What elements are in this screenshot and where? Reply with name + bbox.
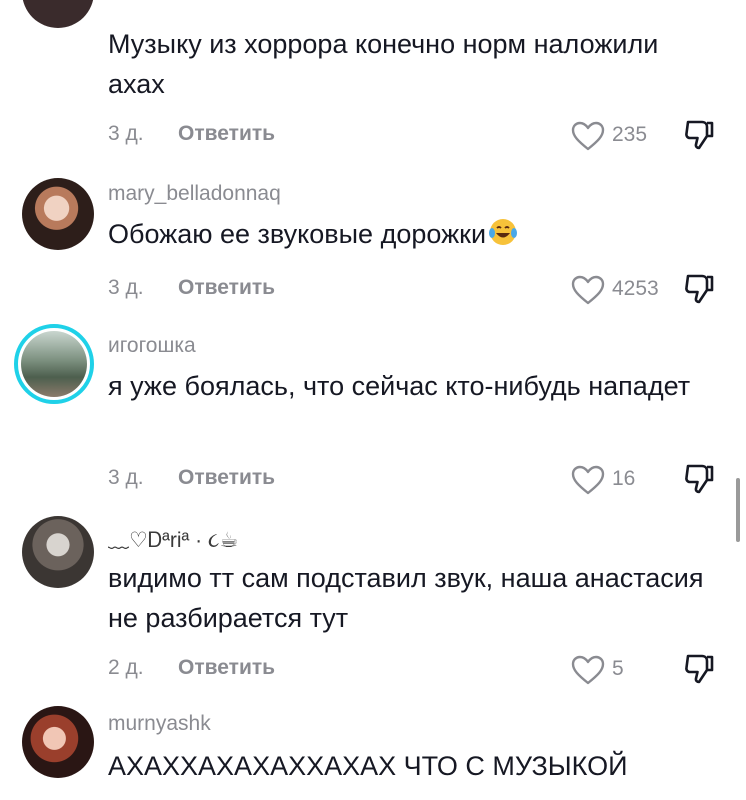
comment-username[interactable]: игогошка	[108, 334, 196, 358]
like-count: 5	[612, 657, 624, 680]
avatar[interactable]	[22, 516, 94, 588]
reply-button[interactable]: Ответить	[178, 656, 275, 680]
avatar[interactable]	[22, 706, 94, 778]
avatar[interactable]	[22, 0, 94, 28]
comment-meta: 2 д. Ответить 5	[108, 654, 728, 686]
reply-button[interactable]: Ответить	[178, 122, 275, 146]
comment-time: 2 д.	[108, 656, 144, 679]
comment-time: 3 д.	[108, 122, 144, 145]
avatar[interactable]	[22, 178, 94, 250]
heart-outline-icon	[571, 465, 605, 495]
laughing-tears-emoji	[489, 219, 518, 245]
like-count: 235	[612, 123, 648, 146]
scrollbar[interactable]	[736, 478, 740, 542]
comment-time: 3 д.	[108, 466, 144, 489]
comment-text: я уже боялась, что сейчас кто-нибудь нап…	[108, 371, 691, 401]
like-count: 16	[612, 467, 636, 490]
reply-button[interactable]: Ответить	[178, 276, 275, 300]
like-count: 4253	[612, 277, 659, 300]
thumbs-down-icon[interactable]	[682, 652, 716, 686]
heart-outline-icon	[571, 121, 605, 151]
comment-text: АХАХХАХАХАХХАХАХ ЧТО С МУЗЫКОЙ	[108, 751, 628, 781]
heart-outline-icon	[571, 655, 605, 685]
thumbs-down-icon[interactable]	[682, 462, 716, 496]
thumbs-down-icon[interactable]	[682, 272, 716, 306]
comment-username[interactable]: ﹏♡Ꭰªriª · ૮☕	[108, 524, 238, 554]
comment-text: Музыку из хоррора конечно норм наложили …	[108, 29, 659, 99]
heart-outline-icon	[571, 275, 605, 305]
comment-meta: 3 д. Ответить 16	[108, 464, 728, 496]
reply-button[interactable]: Ответить	[178, 466, 275, 490]
thumbs-down-icon[interactable]	[682, 118, 716, 152]
comment-meta: 3 д. Ответить 235	[108, 120, 728, 152]
like-button[interactable]: 5	[570, 654, 680, 686]
comment-meta: 3 д. Ответить 4253	[108, 274, 728, 306]
like-button[interactable]: 235	[570, 120, 680, 152]
like-button[interactable]: 4253	[570, 274, 680, 306]
like-button[interactable]: 16	[570, 464, 680, 496]
comment-text-content: Обожаю ее звуковые дорожки	[108, 219, 487, 249]
comment-username[interactable]: mary_belladonnaq	[108, 182, 281, 206]
avatar-with-story-ring[interactable]	[14, 324, 94, 404]
comment-username[interactable]: murnyashk	[108, 712, 211, 736]
comment-text: Обожаю ее звуковые дорожки	[108, 214, 708, 254]
comment-text: видимо тт сам подставил звук, наша анаст…	[108, 563, 704, 633]
comment-time: 3 д.	[108, 276, 144, 299]
